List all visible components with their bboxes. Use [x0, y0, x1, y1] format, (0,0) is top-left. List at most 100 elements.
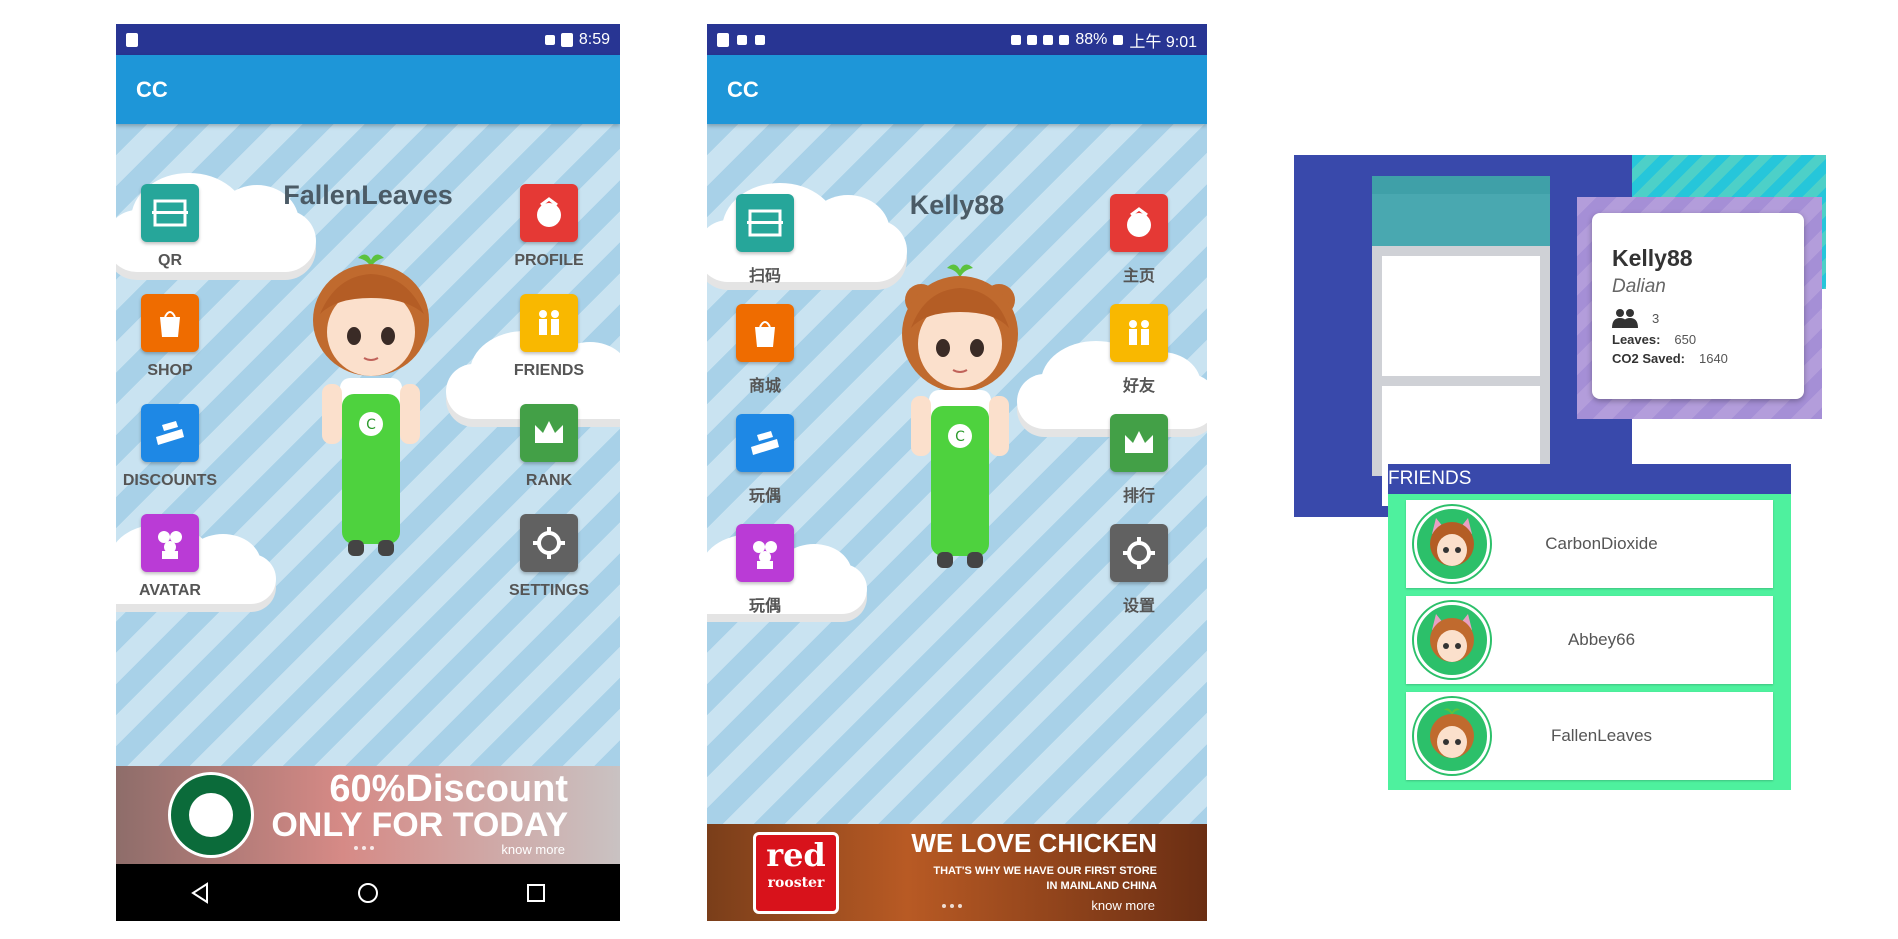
friend-row[interactable]: Abbey66 [1406, 596, 1773, 684]
sd-card-icon [126, 32, 138, 47]
home-icon[interactable] [356, 881, 380, 905]
menu-label: FRIENDS [513, 362, 585, 379]
status-time: 8:59 [578, 30, 610, 48]
play-store-icon [737, 34, 747, 45]
recents-icon[interactable] [524, 881, 548, 905]
menu-item-friends[interactable]: FRIENDS [489, 294, 609, 380]
logo-text-top: red [766, 836, 826, 874]
red-rooster-logo: red rooster [753, 832, 839, 914]
menu-label: 玩偶 [748, 488, 781, 505]
placeholder-list [1372, 176, 1550, 506]
app-bar: CC [116, 55, 620, 124]
banner-headline: 60%Discount [329, 768, 568, 810]
signal-icon [1059, 34, 1070, 45]
menu-item-rank[interactable]: 排行 [1079, 414, 1199, 506]
image-icon [717, 32, 729, 47]
banner-headline: WE LOVE CHICKEN [911, 828, 1157, 858]
friend-row[interactable]: FallenLeaves [1406, 692, 1773, 780]
menu-label: 主页 [1122, 268, 1155, 285]
home-content: Kelly88 扫码 商城 玩偶 玩偶 主页 好友 排行 设置 C [707, 124, 1207, 921]
profile-icon [520, 184, 578, 242]
profile-name: Kelly88 [1612, 245, 1693, 271]
avatar-icon [736, 524, 794, 582]
shopping-bag-icon [736, 304, 794, 362]
ticket-icon [736, 414, 794, 472]
menu-item-mall[interactable]: 商城 [707, 304, 825, 396]
profile-city: Dalian [1612, 276, 1666, 297]
screenshot-canvas: 8:59 CC FallenLeaves QR SHOP DISCOUNTS A… [0, 0, 1898, 939]
menu-item-rank[interactable]: RANK [489, 404, 609, 490]
app-title: CC [136, 76, 168, 102]
avatar-character[interactable]: C [885, 264, 1035, 579]
friends-icon [520, 294, 578, 352]
menu-label: 玩偶 [748, 598, 781, 615]
phone-english: 8:59 CC FallenLeaves QR SHOP DISCOUNTS A… [116, 24, 620, 921]
menu-item-dolls[interactable]: 玩偶 [707, 524, 825, 616]
carousel-dots [354, 846, 374, 850]
menu-item-toys[interactable]: 玩偶 [707, 414, 825, 506]
status-time: 上午 9:01 [1129, 33, 1197, 51]
ad-banner[interactable]: red rooster WE LOVE CHICKEN THAT'S WHY W… [707, 824, 1207, 921]
menu-label: AVATAR [139, 582, 201, 599]
know-more-link[interactable]: know more [501, 842, 565, 857]
avatar-character[interactable]: C [296, 254, 446, 569]
mute-icon [1027, 34, 1038, 45]
menu-item-avatar[interactable]: AVATAR [116, 514, 230, 600]
friends-list: CarbonDioxide Abbey66 FallenLeaves [1388, 494, 1791, 790]
crown-icon [520, 404, 578, 462]
menu-item-scan[interactable]: 扫码 [707, 194, 825, 286]
status-bar: 8:59 [116, 24, 620, 55]
signal-icon [544, 34, 555, 45]
profile-icon [1110, 194, 1168, 252]
wifi-icon [1043, 34, 1054, 45]
friends-header: FRIENDS [1388, 464, 1791, 494]
avatar-icon [141, 514, 199, 572]
menu-label: 扫码 [748, 268, 781, 285]
message-icon [755, 34, 765, 45]
menu-label: 好友 [1122, 378, 1155, 395]
know-more-link[interactable]: know more [1091, 898, 1155, 913]
app-title: CC [727, 76, 759, 102]
leaves-value: 650 [1674, 332, 1697, 347]
friends-count-value: 3 [1652, 310, 1660, 326]
menu-item-profile[interactable]: PROFILE [489, 184, 609, 270]
starbucks-logo [168, 772, 254, 858]
friend-avatar [1414, 698, 1490, 774]
back-icon[interactable] [188, 881, 212, 905]
friend-name: FallenLeaves [1550, 726, 1653, 745]
leaves-stat: Leaves: 650 [1612, 332, 1784, 347]
svg-text:C: C [955, 429, 965, 445]
menu-item-shop[interactable]: SHOP [116, 294, 230, 380]
svg-text:C: C [366, 417, 376, 433]
status-bar: 88% 上午 9:01 [707, 24, 1207, 55]
menu-item-friends[interactable]: 好友 [1079, 304, 1199, 396]
battery-icon [1113, 34, 1124, 45]
friend-name: Abbey66 [1567, 630, 1636, 649]
android-nav-bar [116, 864, 620, 921]
carousel-dots [942, 904, 962, 908]
app-bar: CC [707, 55, 1207, 124]
menu-label: SHOP [147, 362, 193, 379]
bluetooth-icon [1011, 34, 1022, 45]
battery-icon [560, 32, 573, 47]
ad-banner[interactable]: 60%Discount ONLY FOR TODAY know more [116, 766, 620, 864]
logo-text-bottom: rooster [767, 875, 825, 891]
co2-stat: CO2 Saved: 1640 [1612, 351, 1784, 366]
friend-name: CarbonDioxide [1545, 534, 1658, 553]
profile-card: Kelly88 Dalian 3 Leaves: 650 CO2 Saved: 16… [1592, 213, 1804, 399]
banner-subheadline-2: IN MAINLAND CHINA [1046, 880, 1157, 892]
menu-item-home[interactable]: 主页 [1079, 194, 1199, 286]
menu-item-settings[interactable]: SETTINGS [489, 514, 609, 600]
friend-row[interactable]: CarbonDioxide [1406, 500, 1773, 588]
menu-label: 排行 [1122, 488, 1155, 505]
menu-label: SETTINGS [508, 582, 589, 599]
ticket-icon [141, 404, 199, 462]
menu-item-qr[interactable]: QR [116, 184, 230, 270]
profile-friends-count: 3 [1612, 308, 1784, 328]
friend-avatar [1414, 506, 1490, 582]
menu-item-discounts[interactable]: DISCOUNTS [116, 404, 230, 490]
menu-item-settings[interactable]: 设置 [1079, 524, 1199, 616]
menu-label: PROFILE [514, 252, 584, 269]
menu-label: RANK [525, 472, 573, 489]
qr-scan-icon [141, 184, 199, 242]
